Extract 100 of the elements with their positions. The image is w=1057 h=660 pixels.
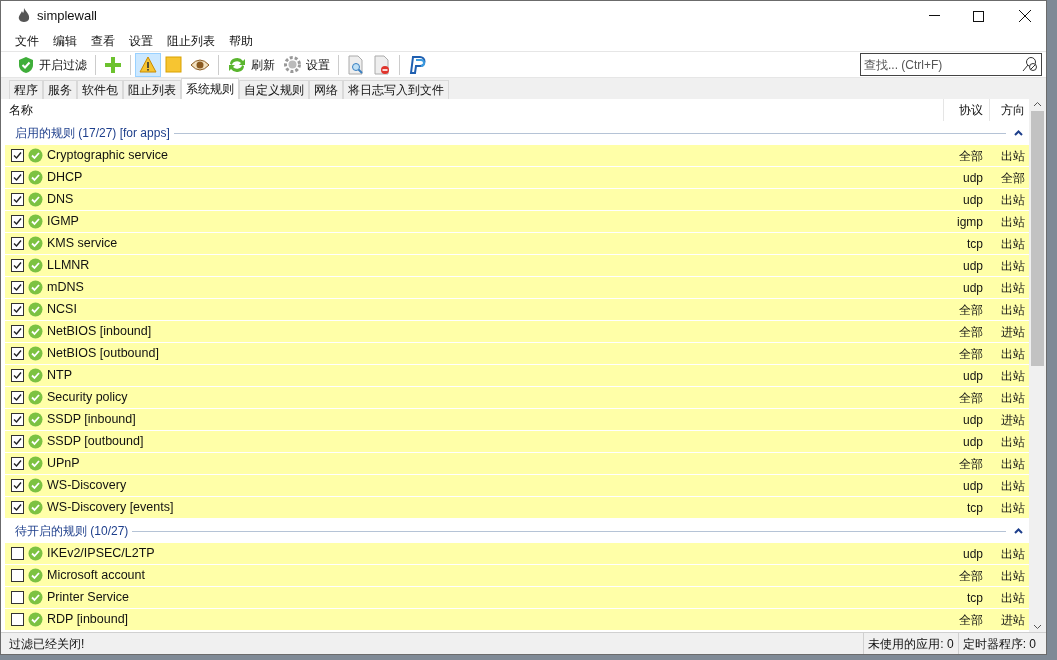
protocol-cell-text: udp: [961, 477, 984, 495]
rule-name: IGMP: [47, 213, 79, 231]
rule-name: NetBIOS [outbound]: [47, 345, 159, 363]
toolbar-button[interactable]: 开启过滤: [13, 52, 91, 77]
checkbox[interactable]: [11, 391, 24, 404]
checkbox[interactable]: [11, 281, 24, 294]
check-icon: [13, 415, 22, 424]
checkbox[interactable]: [11, 237, 24, 250]
direction-cell-text: 出站: [1000, 545, 1026, 563]
direction-cell-text: 出站: [1000, 367, 1026, 385]
checkbox[interactable]: [11, 171, 24, 184]
rule-name: IKEv2/IPSEC/L2TP: [47, 545, 155, 563]
tab[interactable]: 阻止列表: [123, 80, 181, 99]
menu-item[interactable]: 编辑: [53, 32, 77, 50]
checkbox[interactable]: [11, 613, 24, 626]
checkbox[interactable]: [11, 369, 24, 382]
rule-name: WS-Discovery: [47, 477, 127, 495]
checkbox[interactable]: [11, 325, 24, 338]
checkbox[interactable]: [11, 347, 24, 360]
rule-name: KMS service: [47, 235, 118, 253]
checkbox[interactable]: [11, 479, 24, 492]
check-circle-icon: [28, 258, 43, 273]
rule-name: Security policy: [47, 389, 128, 407]
status-text: 过滤已经关闭!: [8, 635, 86, 653]
menu-item[interactable]: 帮助: [229, 32, 253, 50]
protocol-cell-text: 全部: [958, 455, 984, 473]
scrollbar[interactable]: [1029, 99, 1046, 632]
minimize-icon[interactable]: [929, 15, 940, 17]
toolbar-button[interactable]: 设置: [279, 52, 334, 77]
check-icon: [13, 393, 22, 402]
tab[interactable]: 将日志写入到文件: [343, 80, 449, 99]
close-icon[interactable]: [1019, 10, 1031, 22]
toolbar-button[interactable]: 刷新: [223, 52, 279, 77]
check-circle-icon: [28, 302, 43, 317]
check-icon: [13, 371, 22, 380]
protocol-cell-text: 全部: [958, 301, 984, 319]
check-circle-icon: [28, 346, 43, 361]
checkbox[interactable]: [11, 259, 24, 272]
check-icon: [13, 283, 22, 292]
column-header[interactable]: 名称: [1, 101, 943, 119]
check-circle-icon: [28, 236, 43, 251]
menu-item[interactable]: 查看: [91, 32, 115, 50]
menu-item[interactable]: 文件: [15, 32, 39, 50]
tab[interactable]: 网络: [309, 80, 343, 99]
protocol-cell-text: 全部: [958, 567, 984, 585]
checkbox[interactable]: [11, 193, 24, 206]
checkbox[interactable]: [11, 303, 24, 316]
note-icon: [165, 56, 182, 73]
direction-cell-text: 出站: [1000, 235, 1026, 253]
scroll-down-icon[interactable]: [1033, 624, 1042, 630]
direction-cell-text: 出站: [1000, 455, 1026, 473]
scroll-up-icon[interactable]: [1033, 101, 1042, 107]
search-field[interactable]: 查找... (Ctrl+F): [860, 53, 1042, 76]
protocol-cell-text: 全部: [958, 611, 984, 629]
rule-name: LLMNR: [47, 257, 90, 275]
checkbox[interactable]: [11, 413, 24, 426]
checkbox[interactable]: [11, 435, 24, 448]
collapse-caret-icon[interactable]: [1014, 130, 1023, 136]
collapse-caret-icon[interactable]: [1014, 528, 1023, 534]
checkbox[interactable]: [11, 547, 24, 560]
check-icon: [13, 349, 22, 358]
menu-item[interactable]: 设置: [129, 32, 153, 50]
check-circle-icon: [28, 280, 43, 295]
protocol-cell-text: 全部: [958, 147, 984, 165]
rule-name: NetBIOS [inbound]: [47, 323, 152, 341]
direction-cell-text: 出站: [1000, 345, 1026, 363]
group-header: 启用的规则 (17/27) [for apps]: [15, 125, 170, 142]
check-circle-icon: [28, 590, 43, 605]
maximize-icon[interactable]: [973, 10, 984, 22]
rule-name: UPnP: [47, 455, 80, 473]
check-icon: [13, 173, 22, 182]
rule-name: SSDP [inbound]: [47, 411, 136, 429]
checkbox[interactable]: [11, 569, 24, 582]
checkbox[interactable]: [11, 591, 24, 604]
tab[interactable]: 程序: [9, 80, 43, 99]
shield-check-icon: [17, 55, 35, 74]
tab[interactable]: 系统规则: [181, 78, 239, 99]
checkbox[interactable]: [11, 149, 24, 162]
direction-cell-text: 出站: [1000, 279, 1026, 297]
toolbar-button[interactable]: [135, 52, 161, 77]
checkbox[interactable]: [11, 215, 24, 228]
flame-icon: [18, 8, 30, 24]
protocol-cell-text: igmp: [956, 213, 984, 231]
check-circle-icon: [28, 148, 43, 163]
search-clear-icon[interactable]: [1022, 56, 1038, 72]
check-circle-icon: [28, 500, 43, 515]
direction-cell-text: 出站: [1000, 589, 1026, 607]
direction-cell-text: 出站: [1000, 499, 1026, 517]
rule-name: NTP: [47, 367, 72, 385]
p-logo-icon: [408, 54, 428, 75]
rule-name: mDNS: [47, 279, 84, 297]
checkbox[interactable]: [11, 457, 24, 470]
check-icon: [13, 239, 22, 248]
rule-name: DHCP: [47, 169, 83, 187]
tab[interactable]: 自定义规则: [239, 80, 309, 99]
tab[interactable]: 服务: [43, 80, 77, 99]
tab[interactable]: 软件包: [77, 80, 123, 99]
column-header[interactable]: 协议: [943, 99, 989, 121]
menu-item[interactable]: 阻止列表: [167, 32, 215, 50]
checkbox[interactable]: [11, 501, 24, 514]
